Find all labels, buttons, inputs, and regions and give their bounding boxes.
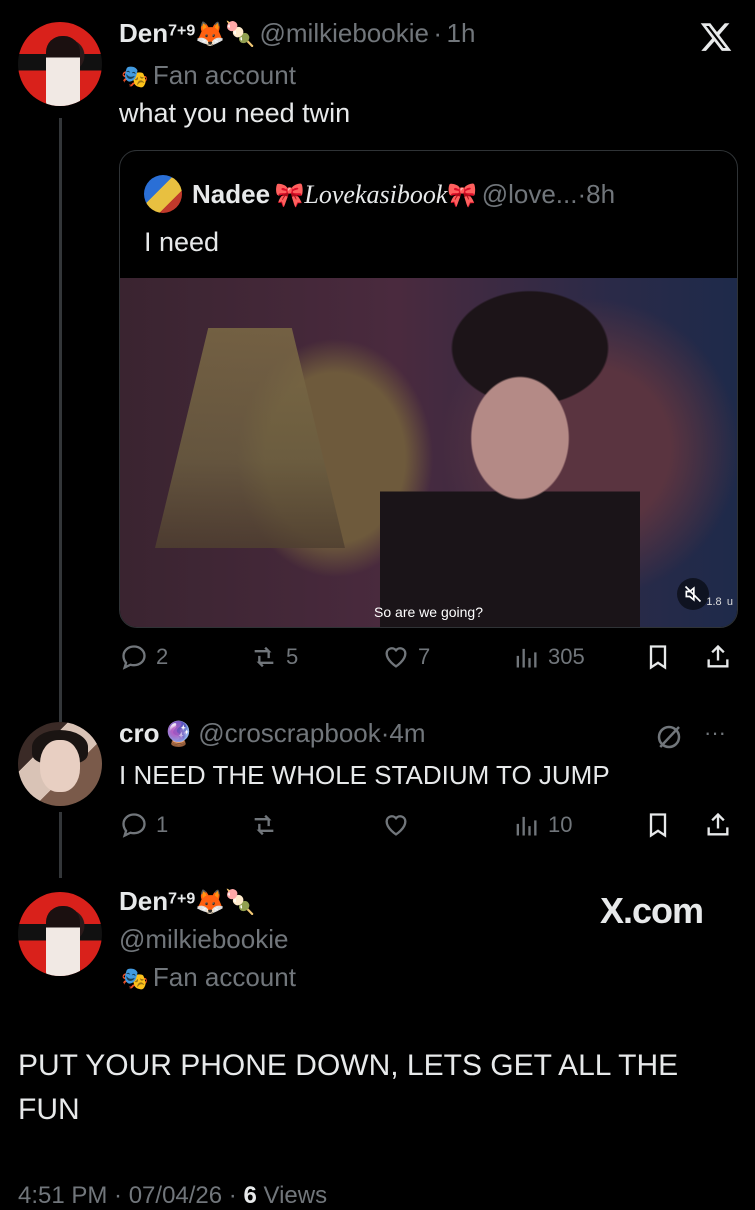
- views-count: 305: [548, 644, 585, 669]
- quote-header: Nadee 🎀Lovekasibook🎀 @love...·8h: [192, 179, 615, 210]
- bow-icon: 🎀: [447, 182, 478, 209]
- x-logo-icon[interactable]: [698, 20, 734, 59]
- quote-timestamp[interactable]: 8h: [586, 179, 615, 209]
- name-emoji: 🦊🍡: [195, 21, 256, 48]
- more-options-button[interactable]: ···: [704, 720, 726, 746]
- views-label: Views: [256, 1182, 328, 1209]
- timestamp[interactable]: 1h: [447, 18, 476, 48]
- separator: ·: [577, 179, 587, 209]
- repost-count: 5: [286, 644, 299, 669]
- reply-count: 2: [156, 644, 169, 669]
- quote-display-name[interactable]: Nadee: [192, 179, 270, 209]
- video-view-badge: 1.8 u: [706, 596, 733, 608]
- quote-handle[interactable]: @love...: [482, 179, 578, 209]
- label-text: Fan account: [152, 60, 296, 90]
- name-emoji: 🦊🍡: [195, 889, 256, 916]
- fan-account-label: 🎭 Fan account: [121, 60, 296, 91]
- handle[interactable]: @milkiebookie: [259, 18, 428, 48]
- lamp-shade: [155, 328, 345, 548]
- grok-icon[interactable]: [654, 722, 684, 757]
- display-name[interactable]: Den: [119, 886, 168, 916]
- reply-count: 1: [156, 812, 169, 837]
- repost-icon: [254, 814, 274, 836]
- bookmark-icon: [649, 645, 667, 670]
- post3-header: Den7+9🦊🍡: [119, 886, 255, 917]
- thread-line: [59, 812, 62, 878]
- views-count: 10: [548, 812, 573, 837]
- like-button[interactable]: [382, 811, 418, 839]
- like-count: 7: [418, 644, 431, 669]
- label-text: Fan account: [152, 962, 296, 992]
- share-icon: [707, 644, 729, 668]
- video-frame-person: [380, 288, 640, 627]
- muted-speaker-icon: [684, 585, 702, 603]
- post1-header: Den7+9🦊🍡 @milkiebookie · 1h: [119, 18, 475, 49]
- like-button[interactable]: 7: [382, 643, 430, 671]
- share-button[interactable]: [704, 643, 732, 676]
- theater-masks-icon: 🎭: [121, 64, 149, 89]
- reply-icon: [122, 813, 146, 838]
- video-caption: So are we going?: [374, 604, 483, 620]
- reply-icon: [122, 645, 146, 670]
- views-button[interactable]: 305: [512, 643, 585, 671]
- avatar[interactable]: [18, 722, 102, 806]
- quote-text: I need: [144, 227, 220, 257]
- bookmark-button[interactable]: [644, 643, 672, 676]
- display-name[interactable]: cro: [119, 718, 159, 748]
- post2-header: cro 🔮 @croscrapbook·4m: [119, 718, 426, 749]
- repost-icon: [254, 646, 274, 668]
- bow-icon: 🎀: [274, 182, 305, 209]
- crystal-ball-icon: 🔮: [163, 721, 194, 748]
- name-superscript: 7+9: [168, 890, 196, 908]
- fan-account-label: 🎭 Fan account: [121, 962, 296, 993]
- xcom-watermark: X.com: [600, 890, 704, 931]
- post-text: PUT YOUR PHONE DOWN, LETS GET ALL THE FU…: [18, 1049, 679, 1126]
- name-superscript: 7+9: [168, 22, 196, 40]
- quote-styled-name: Lovekasibook: [304, 180, 448, 209]
- reply-button[interactable]: 2: [120, 643, 168, 671]
- theater-masks-icon: 🎭: [121, 966, 149, 991]
- video-player[interactable]: So are we going? 1.8 u: [120, 278, 737, 627]
- analytics-icon: [516, 648, 537, 668]
- bookmark-icon: [649, 813, 667, 838]
- avatar[interactable]: [18, 892, 102, 976]
- views-count: 6: [243, 1182, 257, 1209]
- thread-line: [59, 118, 62, 722]
- views-button[interactable]: 10: [512, 811, 572, 839]
- post-text: what you need twin: [119, 98, 351, 128]
- mute-button[interactable]: [677, 578, 709, 610]
- repost-button[interactable]: 5: [250, 643, 298, 671]
- avatar[interactable]: [18, 22, 102, 106]
- separator: ·: [433, 18, 443, 48]
- timestamp[interactable]: 4m: [389, 718, 425, 748]
- quoted-post[interactable]: Nadee 🎀Lovekasibook🎀 @love...·8h I need …: [119, 150, 738, 628]
- post-date: 4:51 PM · 07/04/26 ·: [18, 1182, 244, 1209]
- post-meta: 4:51 PM · 07/04/26 · 6 Views: [18, 1182, 327, 1210]
- post-text: I NEED THE WHOLE STADIUM TO JUMP: [119, 760, 610, 790]
- reply-button[interactable]: 1: [120, 811, 168, 839]
- bookmark-button[interactable]: [644, 811, 672, 844]
- share-button[interactable]: [704, 811, 732, 844]
- quote-avatar[interactable]: [144, 175, 182, 213]
- heart-icon: [385, 815, 407, 836]
- repost-button[interactable]: [250, 811, 286, 839]
- handle[interactable]: @croscrapbook: [198, 718, 380, 748]
- handle[interactable]: @milkiebookie: [119, 924, 288, 955]
- share-icon: [707, 812, 729, 836]
- heart-icon: [385, 647, 407, 668]
- display-name[interactable]: Den: [119, 18, 168, 48]
- analytics-icon: [516, 816, 537, 836]
